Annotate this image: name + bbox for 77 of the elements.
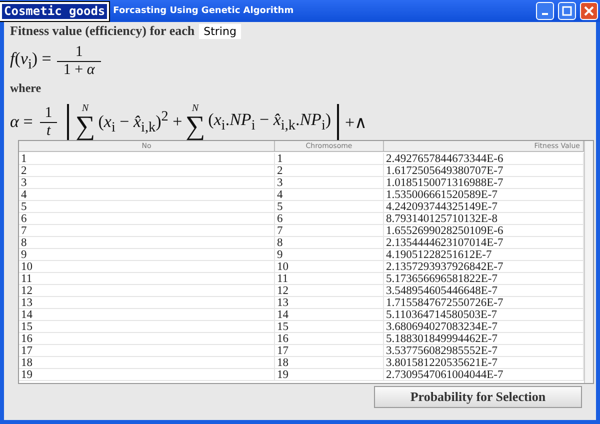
table-cell: 1.0185150071316988E-7 <box>384 177 584 189</box>
table-cell: 18 <box>275 357 384 369</box>
minimize-button[interactable] <box>536 2 554 20</box>
table-cell: 4.242093744325149E-7 <box>384 201 584 213</box>
table-cell: 11 <box>275 273 384 285</box>
table-cell: 1 <box>275 153 384 165</box>
table-cell: 13 <box>275 297 384 309</box>
fitness-heading: Fitness value (efficiency) for each <box>10 23 195 39</box>
table-cell: 3.801581220535621E-7 <box>384 357 584 369</box>
table-cell: 2.7309547061004044E-7 <box>384 369 584 381</box>
table-cell: 5.110364714580503E-7 <box>384 309 584 321</box>
table-cell: 3.680694027083234E-7 <box>384 321 584 333</box>
maximize-icon <box>562 6 572 16</box>
absolute-bar <box>337 104 340 140</box>
table-cell: 19 <box>275 369 384 381</box>
table-cell: 2 <box>275 165 384 177</box>
table-cell: 5 <box>19 201 275 213</box>
table-cell: 1.6172505649380707E-7 <box>384 165 584 177</box>
table-cell: 7 <box>275 225 384 237</box>
where-label: where <box>10 81 42 96</box>
table-cell: 3 <box>19 177 275 189</box>
table-cell: 5.173656696581822E-7 <box>384 273 584 285</box>
table-cell: 3 <box>275 177 384 189</box>
table-cell: 4 <box>275 189 384 201</box>
formula-text: (x$_{i}$ − x̂$_{i,k}$)$^{2}$ + <box>98 108 182 136</box>
table-cell: 12 <box>275 285 384 297</box>
table-cell: 10 <box>275 261 384 273</box>
formula-text: α = <box>10 112 33 132</box>
formula-text: +∧ <box>345 112 367 132</box>
absolute-bar <box>67 104 70 140</box>
close-icon <box>584 6 594 16</box>
maximize-button[interactable] <box>558 2 576 20</box>
fraction: 1 1 + α <box>57 44 101 79</box>
table-cell: 15 <box>19 321 275 333</box>
table-cell: 14 <box>19 309 275 321</box>
table-cell: 16 <box>19 333 275 345</box>
table-cell: 1.7155847672550726E-7 <box>384 297 584 309</box>
table-cell: 9 <box>275 249 384 261</box>
table-cell: 18 <box>19 357 275 369</box>
table-cell: 7 <box>19 225 275 237</box>
table-cell: 17 <box>19 345 275 357</box>
table-cell: 2 <box>19 165 275 177</box>
probability-button[interactable]: Probability for Selection <box>374 386 582 408</box>
formula-text: (x$_{i}$.NP$_{i}$ − x̂$_{i,k}$.NP$_{i}$) <box>208 110 332 134</box>
table-cell: 2.1357293937926842E-7 <box>384 261 584 273</box>
scrollbar[interactable] <box>584 141 593 383</box>
table-cell: 4 <box>19 189 275 201</box>
table-cell: 3.537756082985552E-7 <box>384 345 584 357</box>
table-cell: 3.548954605446648E-7 <box>384 285 584 297</box>
close-button[interactable] <box>580 2 598 20</box>
table-cell: 5.188301849994462E-7 <box>384 333 584 345</box>
table-cell: 2.4927657844673344E-6 <box>384 153 584 165</box>
table-cell: 14 <box>275 309 384 321</box>
table-cell: 2.1354444623107014E-7 <box>384 237 584 249</box>
table-cell: 5 <box>275 201 384 213</box>
table-cell: 10 <box>19 261 275 273</box>
table-cell: 17 <box>275 345 384 357</box>
table-cell: 15 <box>275 321 384 333</box>
table-cell: 16 <box>275 333 384 345</box>
table-cell: 11 <box>19 273 275 285</box>
table-cell: 6 <box>19 213 275 225</box>
table-cell: 1 <box>19 153 275 165</box>
tooltip: String <box>198 24 242 38</box>
app-name: Cosmetic goods <box>0 2 110 20</box>
table-cell: 12 <box>19 285 275 297</box>
table-cell: 13 <box>19 297 275 309</box>
table-cell: 4.19051228251612E-7 <box>384 249 584 261</box>
table-cell: 6 <box>275 213 384 225</box>
window-title: Forcasting Using Genetic Algorithm <box>113 6 295 16</box>
table-cell: 9 <box>19 249 275 261</box>
table-cell: 8 <box>19 237 275 249</box>
table-cell: 1.6552699028250109E-6 <box>384 225 584 237</box>
table-cell: 8.793140125710132E-8 <box>384 213 584 225</box>
table-cell: 19 <box>19 369 275 381</box>
table-cell: 1.535006661520589E-7 <box>384 189 584 201</box>
formula-text: f(v$_{i}$) = <box>10 49 52 74</box>
table-cell: 8 <box>275 237 384 249</box>
